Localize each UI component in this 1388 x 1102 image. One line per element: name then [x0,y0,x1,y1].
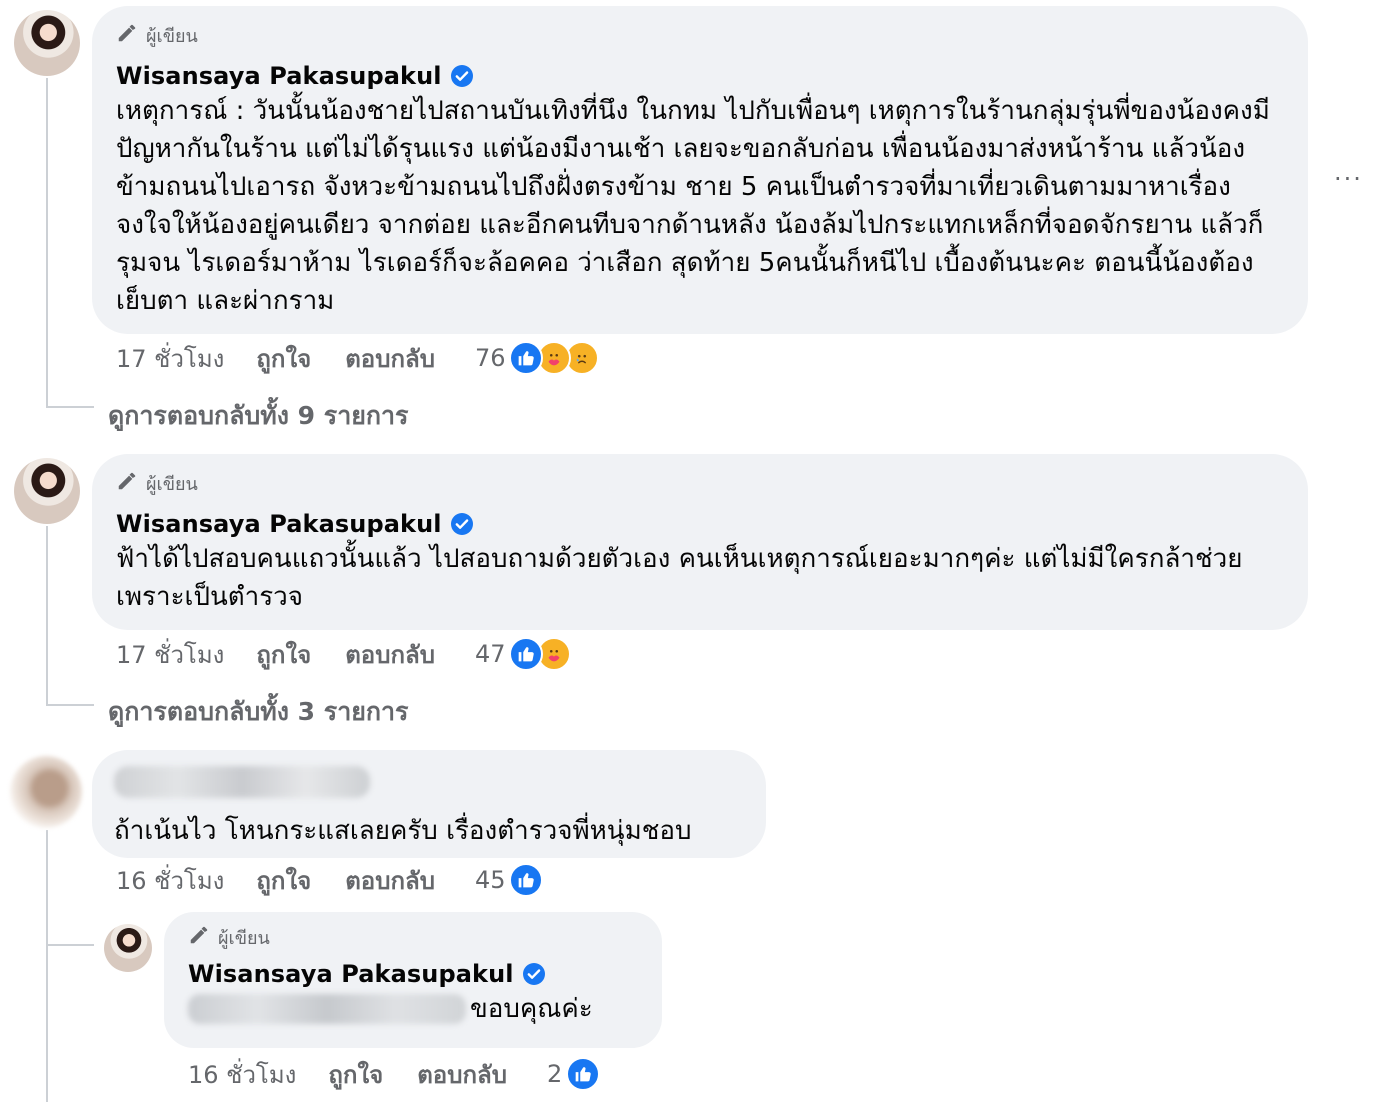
author-badge: ผู้เขียน [188,924,640,950]
reaction-count[interactable]: 47 [475,640,506,668]
timestamp[interactable]: 16 ชั่วโมง [116,861,224,900]
pencil-icon [188,924,210,951]
timestamp[interactable]: 17 ชั่วโมง [116,635,224,674]
like-reaction-icon [566,1057,601,1091]
reaction-icons[interactable] [509,341,600,375]
verified-badge-icon [450,64,474,88]
commenter-name[interactable]: Wisansaya Pakasupakul [116,510,442,538]
thread-line [46,78,48,408]
pencil-icon [116,22,138,49]
comment-bubble: ถ้าเน้นไว โหนกระแสเลยครับ เรื่องตำรวจพี่… [92,750,766,858]
thread-line [46,526,48,706]
author-badge: ผู้เขียน [116,22,1286,48]
verified-badge-icon [450,512,474,536]
verified-badge-icon [522,962,546,986]
view-replies-link[interactable]: ดูการตอบกลับทั้ง 9 รายการ [108,396,409,436]
comment-text: เหตุการณ์ : วันนั้นน้องชายไปสถานบันเทิงท… [116,96,1270,316]
timestamp[interactable]: 17 ชั่วโมง [116,339,224,378]
like-reaction-icon [509,637,544,671]
avatar[interactable] [10,756,82,828]
view-replies-link[interactable]: ดูการตอบกลับทั้ง 3 รายการ [108,692,409,732]
timestamp[interactable]: 16 ชั่วโมง [188,1055,296,1094]
thread-line [46,944,94,946]
thread-line [46,704,94,706]
like-button[interactable]: ถูกใจ [328,1055,383,1094]
like-reaction-icon [509,863,544,897]
author-label: ผู้เขียน [146,25,198,47]
thread-line [46,830,48,1102]
reaction-count[interactable]: 76 [475,344,506,372]
more-options-icon[interactable]: ... [1334,158,1363,186]
reaction-count[interactable]: 2 [547,1060,562,1088]
author-badge: ผู้เขียน [116,470,1286,496]
reply-button[interactable]: ตอบกลับ [345,861,435,900]
comment-bubble: ผู้เขียน Wisansaya Pakasupakul ฟ้าได้ไปส… [92,454,1308,630]
commenter-name[interactable] [114,766,370,798]
reply-button[interactable]: ตอบกลับ [417,1055,507,1094]
reaction-icons[interactable] [509,637,572,671]
reply-bubble: ผู้เขียน Wisansaya Pakasupakul ขอบคุณค่ะ [164,912,662,1048]
reaction-icons[interactable] [566,1057,601,1091]
comment-text: ขอบคุณค่ะ [470,994,593,1024]
author-label: ผู้เขียน [218,927,270,949]
comment-actions: 16 ชั่วโมง ถูกใจ ตอบกลับ 45 [116,861,544,900]
tagged-user-mention[interactable] [188,994,466,1024]
avatar[interactable] [104,924,152,972]
thread-line [46,406,94,408]
author-label: ผู้เขียน [146,473,198,495]
avatar[interactable] [14,458,80,524]
comment-bubble: ผู้เขียน Wisansaya Pakasupakul เหตุการณ์… [92,6,1308,334]
avatar[interactable] [14,10,80,76]
reply-text-row: ขอบคุณค่ะ [188,990,640,1028]
reaction-count[interactable]: 45 [475,866,506,894]
commenter-name[interactable]: Wisansaya Pakasupakul [188,960,514,988]
like-button[interactable]: ถูกใจ [256,339,311,378]
like-button[interactable]: ถูกใจ [256,861,311,900]
reaction-icons[interactable] [509,863,544,897]
reply-button[interactable]: ตอบกลับ [345,339,435,378]
comment-text: ฟ้าได้ไปสอบคนแถวนั้นแล้ว ไปสอบถามด้วยตัว… [116,544,1243,612]
comment-text: ถ้าเน้นไว โหนกระแสเลยครับ เรื่องตำรวจพี่… [114,816,692,846]
like-reaction-icon [509,341,544,375]
comment-actions: 16 ชั่วโมง ถูกใจ ตอบกลับ 2 [188,1055,601,1094]
comment-actions: 17 ชั่วโมง ถูกใจ ตอบกลับ 47 [116,635,572,674]
commenter-name[interactable]: Wisansaya Pakasupakul [116,62,442,90]
pencil-icon [116,470,138,497]
like-button[interactable]: ถูกใจ [256,635,311,674]
reply-button[interactable]: ตอบกลับ [345,635,435,674]
comment-actions: 17 ชั่วโมง ถูกใจ ตอบกลับ 76 [116,339,600,378]
